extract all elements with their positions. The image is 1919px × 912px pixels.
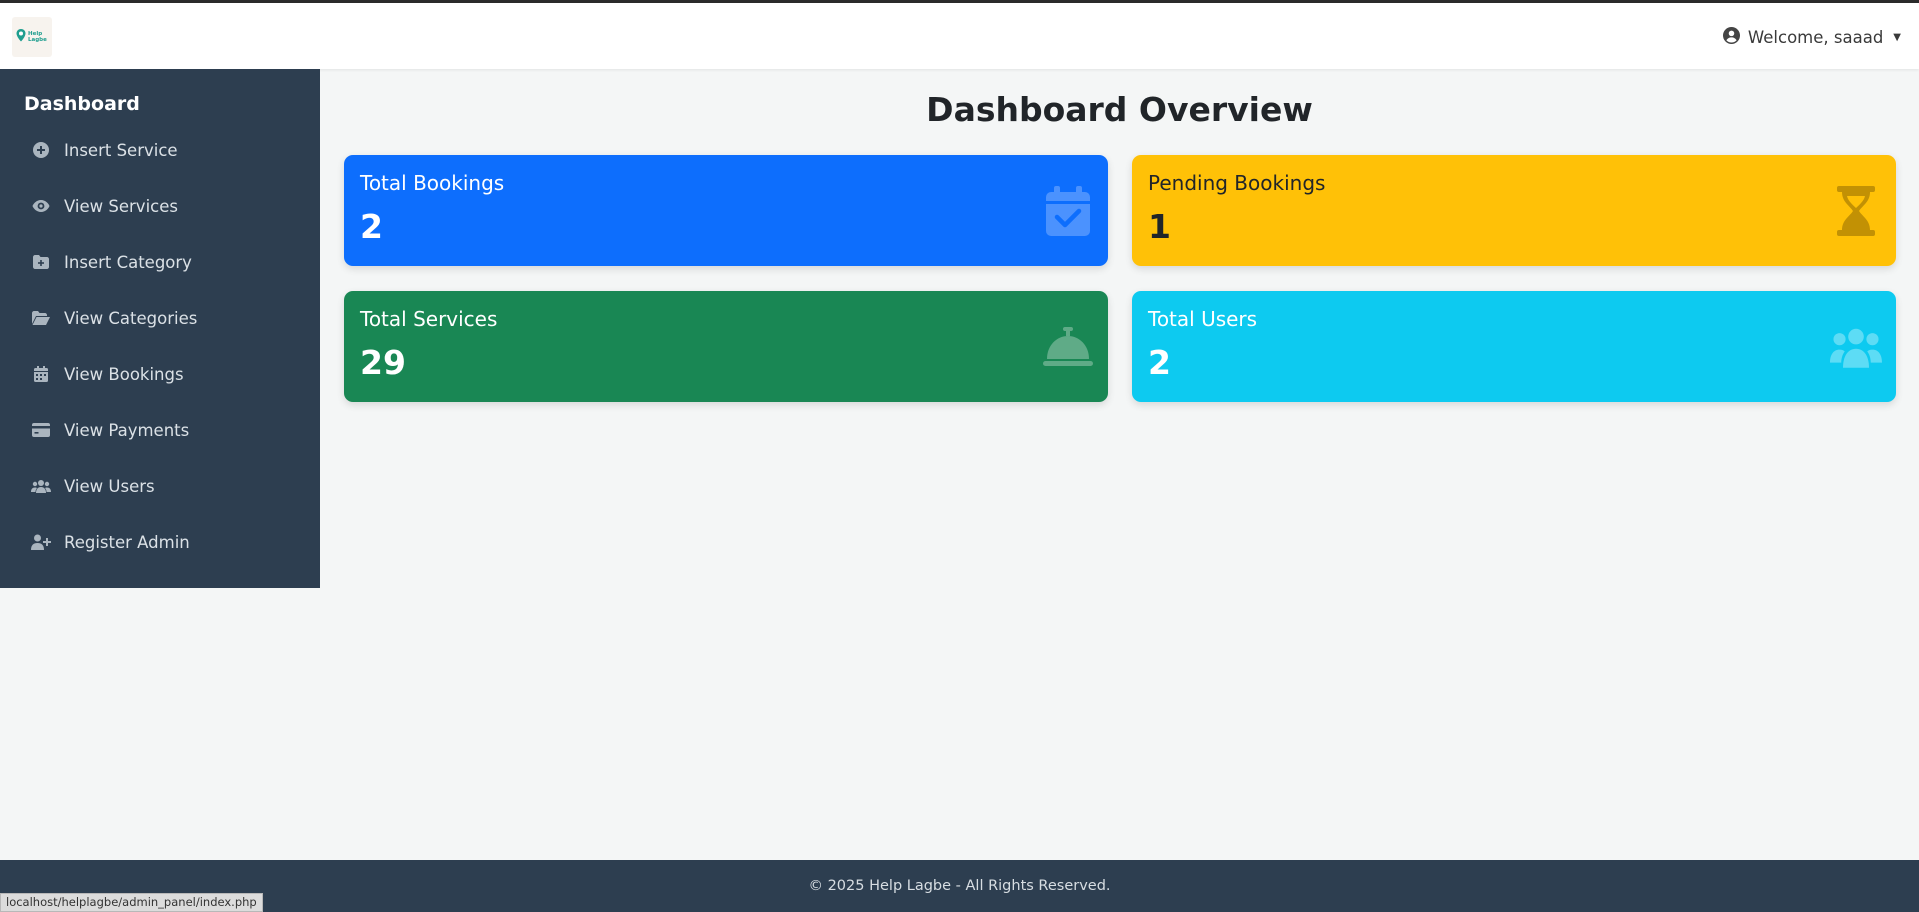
sidebar-item-label: View Services [64, 196, 178, 216]
card-total-users[interactable]: Total Users 2 [1132, 291, 1896, 402]
user-circle-icon [1722, 27, 1740, 48]
sidebar-item-view-bookings[interactable]: View Bookings [0, 352, 320, 396]
footer: © 2025 Help Lagbe - All Rights Reserved. [0, 860, 1919, 912]
sidebar-item-view-categories[interactable]: View Categories [0, 296, 320, 340]
card-value: 2 [1148, 343, 1171, 382]
sidebar-item-view-payments[interactable]: View Payments [0, 408, 320, 452]
sidebar-item-label: Insert Service [64, 140, 178, 160]
sidebar-item-label: View Users [64, 476, 155, 496]
sidebar-item-view-users[interactable]: View Users [0, 464, 320, 508]
sidebar-item-label: Register Admin [64, 532, 190, 552]
folder-plus-icon [31, 252, 51, 272]
sidebar-title[interactable]: Dashboard [24, 93, 140, 115]
card-title: Pending Bookings [1148, 171, 1326, 195]
sidebar-item-register-admin[interactable]: Register Admin [0, 520, 320, 564]
sidebar-item-label: Insert Category [64, 252, 192, 272]
concierge-bell-icon [1042, 321, 1094, 373]
users-icon [31, 476, 51, 496]
card-title: Total Bookings [360, 171, 505, 195]
users-icon [1830, 321, 1882, 373]
card-title: Total Services [360, 307, 498, 331]
card-total-bookings[interactable]: Total Bookings 2 [344, 155, 1108, 266]
sidebar-item-view-services[interactable]: View Services [0, 184, 320, 228]
svg-text:Lagbe: Lagbe [28, 37, 47, 43]
page-title: Dashboard Overview [926, 90, 1313, 129]
top-navbar: Help Lagbe Welcome, saaad ▼ [0, 3, 1919, 69]
folder-open-icon [31, 308, 51, 328]
welcome-text: Welcome, saaad [1747, 28, 1884, 47]
card-pending-bookings[interactable]: Pending Bookings 1 [1132, 155, 1896, 266]
help-lagbe-logo[interactable]: Help Lagbe [12, 17, 52, 57]
sidebar: Dashboard Insert Service View Services I… [0, 69, 320, 588]
user-dropdown[interactable]: Welcome, saaad ▼ [1722, 27, 1901, 48]
card-value: 1 [1148, 207, 1171, 246]
card-title: Total Users [1148, 307, 1258, 331]
plus-circle-icon [31, 140, 51, 160]
sidebar-item-label: View Payments [64, 420, 190, 440]
eye-icon [31, 196, 51, 216]
calendar-icon [31, 364, 51, 384]
card-value: 29 [360, 343, 406, 382]
status-bar-url: localhost/helplagbe/admin_panel/index.ph… [0, 893, 263, 912]
sidebar-item-label: View Bookings [64, 364, 184, 384]
card-total-services[interactable]: Total Services 29 [344, 291, 1108, 402]
card-value: 2 [360, 207, 383, 246]
credit-card-icon [31, 420, 51, 440]
calendar-check-icon [1042, 185, 1094, 237]
sidebar-item-insert-service[interactable]: Insert Service [0, 128, 320, 172]
sidebar-item-label: View Categories [64, 308, 198, 328]
user-plus-icon [31, 532, 51, 552]
hourglass-icon [1830, 185, 1882, 237]
sidebar-item-insert-category[interactable]: Insert Category [0, 240, 320, 284]
footer-copyright: © 2025 Help Lagbe - All Rights Reserved. [808, 878, 1111, 894]
chevron-down-icon: ▼ [1893, 32, 1901, 43]
